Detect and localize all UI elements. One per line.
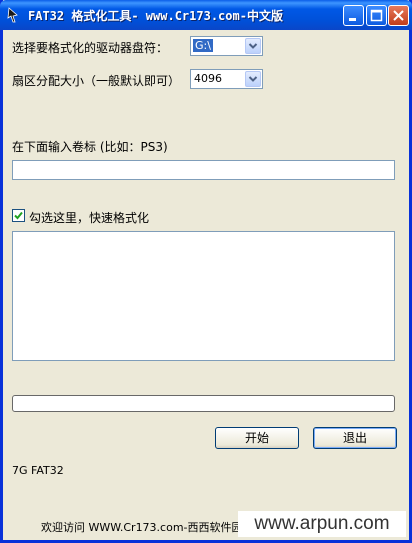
- cluster-size-label: 扇区分配大小（一般默认即可）: [12, 74, 181, 88]
- cluster-size-value: 4096: [194, 72, 222, 85]
- start-button[interactable]: 开始: [215, 427, 299, 449]
- drive-select-value: G:\: [193, 39, 213, 52]
- minimize-icon: [349, 18, 356, 21]
- progress-bar: [12, 395, 395, 412]
- maximize-button[interactable]: [366, 5, 387, 26]
- watermark: www.arpun.com: [238, 511, 406, 537]
- quick-format-checkbox[interactable]: [12, 209, 25, 222]
- quick-format-label[interactable]: 勾选这里，快速格式化: [29, 209, 149, 226]
- window-title: FAT32 格式化工具- www.Cr173.com-中文版: [28, 9, 283, 23]
- minimize-button[interactable]: [343, 5, 364, 26]
- volume-label-input[interactable]: [12, 160, 395, 180]
- app-window: FAT32 格式化工具- www.Cr173.com-中文版 选择要格式化的驱动…: [0, 0, 412, 543]
- cluster-size-select[interactable]: 4096: [190, 69, 263, 89]
- drive-label: 选择要格式化的驱动器盘符：: [12, 41, 169, 55]
- footer-text: 欢迎访问 WWW.Cr173.com-西西软件园: [41, 521, 243, 534]
- app-icon: [7, 7, 18, 23]
- title-bar[interactable]: FAT32 格式化工具- www.Cr173.com-中文版: [0, 0, 412, 30]
- volume-label-caption: 在下面输入卷标 (比如：PS3): [12, 140, 168, 154]
- close-icon: [393, 10, 404, 21]
- exit-button[interactable]: 退出: [313, 427, 397, 449]
- close-button[interactable]: [388, 5, 409, 26]
- log-output[interactable]: [12, 231, 395, 361]
- status-info: 7G FAT32: [12, 464, 64, 477]
- drive-select[interactable]: G:\: [190, 36, 263, 56]
- dropdown-arrow-icon[interactable]: [245, 38, 261, 54]
- maximize-icon: [370, 9, 383, 22]
- dropdown-arrow-icon[interactable]: [245, 71, 261, 87]
- checkmark-icon: [14, 211, 23, 220]
